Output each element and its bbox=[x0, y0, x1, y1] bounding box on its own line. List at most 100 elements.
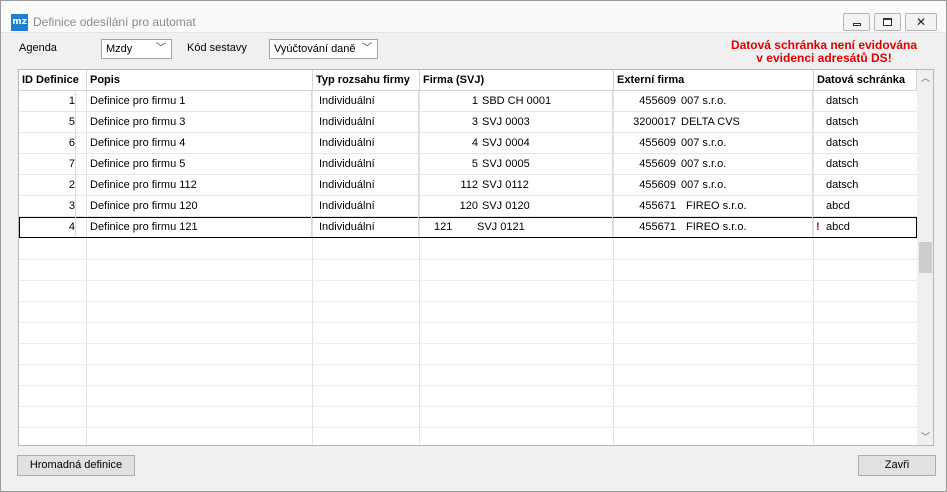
table-row[interactable]: 5 Definice pro firmu 3 Individuální 3 SV… bbox=[19, 112, 917, 133]
table-row[interactable]: 1 Definice pro firmu 1 Individuální 1 SB… bbox=[19, 91, 917, 112]
cell-ext-num: 455671 bbox=[639, 221, 676, 233]
cell-typ: Individuální bbox=[319, 217, 419, 237]
close-button[interactable]: ✕ bbox=[905, 13, 937, 31]
chevron-down-icon: ﹀ bbox=[156, 43, 166, 54]
definitions-grid[interactable]: ID Definice Popis Typ rozsahu firmy Firm… bbox=[18, 69, 934, 446]
grid-line bbox=[19, 301, 917, 302]
cell-id: 4 bbox=[19, 217, 76, 237]
kod-sestavy-value: Vyúčtování daně bbox=[274, 43, 356, 55]
agenda-label: Agenda bbox=[19, 42, 57, 54]
kod-sestavy-label: Kód sestavy bbox=[187, 42, 247, 54]
hromadna-definice-button[interactable]: Hromadná definice bbox=[17, 455, 135, 476]
cell-firma-num: 112 bbox=[460, 179, 478, 191]
cell-datova: datsch bbox=[816, 175, 917, 195]
cell-datova-value: abcd bbox=[826, 200, 850, 212]
cell-ext-num: 455609 bbox=[639, 179, 676, 191]
ds-warning: Datová schránka není evidována v evidenc… bbox=[716, 39, 932, 65]
cell-id: 6 bbox=[19, 133, 76, 153]
cell-typ: Individuální bbox=[319, 196, 419, 216]
cell-firma-name: SVJ 0120 bbox=[482, 196, 613, 216]
cell-popis: Definice pro firmu 112 bbox=[90, 175, 312, 195]
cell-popis: Definice pro firmu 121 bbox=[90, 217, 312, 237]
cell-id: 3 bbox=[19, 196, 76, 216]
cell-firma-name: SVJ 0121 bbox=[477, 217, 613, 237]
vertical-scrollbar[interactable]: ︿ ﹀ bbox=[917, 70, 933, 445]
scroll-down-icon[interactable]: ﹀ bbox=[917, 429, 933, 445]
cell-firma-num: 120 bbox=[459, 200, 478, 212]
cell-ext-num: 455609 bbox=[639, 95, 676, 107]
scrollbar-thumb[interactable] bbox=[919, 242, 932, 273]
zavri-button[interactable]: Zavři bbox=[858, 455, 936, 476]
agenda-select[interactable]: Mzdy ﹀ bbox=[101, 39, 172, 59]
cell-datova: abcd bbox=[816, 196, 917, 216]
column-header-popis[interactable]: Popis bbox=[87, 70, 313, 91]
cell-id: 7 bbox=[19, 154, 76, 174]
cell-datova: ! abcd bbox=[816, 217, 917, 237]
scroll-up-icon[interactable]: ︿ bbox=[917, 70, 933, 87]
cell-popis: Definice pro firmu 1 bbox=[90, 91, 312, 111]
cell-datova-value: datsch bbox=[826, 179, 859, 191]
cell-firma-name: SVJ 0003 bbox=[482, 112, 613, 132]
cell-ext-name: FIREO s.r.o. bbox=[686, 196, 813, 216]
grid-line bbox=[19, 343, 917, 344]
grid-line bbox=[19, 427, 917, 428]
cell-firma-num: 121 bbox=[434, 221, 453, 233]
column-header-typ[interactable]: Typ rozsahu firmy bbox=[313, 70, 420, 91]
table-row[interactable]: 7 Definice pro firmu 5 Individuální 5 SV… bbox=[19, 154, 917, 175]
cell-ext-num: 455609 bbox=[639, 158, 676, 170]
cell-id: 2 bbox=[19, 175, 76, 195]
cell-id: 5 bbox=[19, 112, 76, 132]
cell-ext-name: 007 s.r.o. bbox=[681, 175, 813, 195]
grid-line bbox=[19, 406, 917, 407]
grid-line bbox=[19, 322, 917, 323]
cell-ext-name: 007 s.r.o. bbox=[681, 91, 813, 111]
minimize-button[interactable] bbox=[843, 13, 870, 31]
cell-firma-num: 5 bbox=[471, 158, 478, 170]
cell-datova-value: datsch bbox=[826, 137, 859, 149]
grid-line bbox=[19, 385, 917, 386]
warning-flag: ! bbox=[816, 221, 820, 233]
maximize-icon bbox=[883, 18, 892, 26]
table-row[interactable]: 3 Definice pro firmu 120 Individuální 12… bbox=[19, 196, 917, 217]
cell-firma-name: SVJ 0005 bbox=[482, 154, 613, 174]
cell-datova: datsch bbox=[816, 154, 917, 174]
table-row-selected[interactable]: 4 Definice pro firmu 121 Individuální 12… bbox=[19, 217, 917, 238]
cell-datova: datsch bbox=[816, 91, 917, 111]
cell-ext-num: 3200017 bbox=[633, 116, 676, 128]
kod-sestavy-select[interactable]: Vyúčtování daně ﹀ bbox=[269, 39, 378, 59]
column-header-externi[interactable]: Externí firma bbox=[614, 70, 814, 91]
main-window: mz Definice odesílání pro automat ✕ Agen… bbox=[0, 0, 947, 492]
close-icon: ✕ bbox=[915, 15, 927, 29]
cell-popis: Definice pro firmu 5 bbox=[90, 154, 312, 174]
chevron-down-icon: ﹀ bbox=[362, 43, 372, 54]
column-header-firma[interactable]: Firma (SVJ) bbox=[420, 70, 614, 91]
cell-ext-num: 455609 bbox=[639, 137, 676, 149]
maximize-button[interactable] bbox=[874, 13, 901, 31]
ds-warning-line2: v evidenci adresátů DS! bbox=[756, 51, 892, 65]
cell-popis: Definice pro firmu 3 bbox=[90, 112, 312, 132]
cell-firma-name: SVJ 0004 bbox=[482, 133, 613, 153]
cell-datova-value: datsch bbox=[826, 95, 859, 107]
minimize-icon bbox=[853, 23, 861, 26]
table-row[interactable]: 2 Definice pro firmu 112 Individuální 11… bbox=[19, 175, 917, 196]
cell-datova-value: abcd bbox=[826, 221, 850, 233]
cell-datova-value: datsch bbox=[826, 158, 859, 170]
cell-typ: Individuální bbox=[319, 91, 419, 111]
title-bar[interactable]: mz Definice odesílání pro automat ✕ bbox=[1, 1, 946, 33]
cell-ext-name: FIREO s.r.o. bbox=[686, 217, 813, 237]
grid-header: ID Definice Popis Typ rozsahu firmy Firm… bbox=[19, 70, 917, 91]
cell-firma-name: SBD CH 0001 bbox=[482, 91, 613, 111]
cell-firma-num: 3 bbox=[471, 116, 478, 128]
column-header-datova[interactable]: Datová schránka bbox=[814, 70, 917, 91]
cell-popis: Definice pro firmu 120 bbox=[90, 196, 312, 216]
cell-datova: datsch bbox=[816, 112, 917, 132]
cell-typ: Individuální bbox=[319, 154, 419, 174]
table-row[interactable]: 6 Definice pro firmu 4 Individuální 4 SV… bbox=[19, 133, 917, 154]
cell-firma-num: 1 bbox=[471, 95, 478, 107]
cell-id: 1 bbox=[19, 91, 76, 111]
column-header-id[interactable]: ID Definice bbox=[19, 70, 87, 91]
cell-ext-name: 007 s.r.o. bbox=[681, 154, 813, 174]
grid-line bbox=[19, 259, 917, 260]
cell-typ: Individuální bbox=[319, 175, 419, 195]
cell-firma-name: SVJ 0112 bbox=[482, 175, 613, 195]
